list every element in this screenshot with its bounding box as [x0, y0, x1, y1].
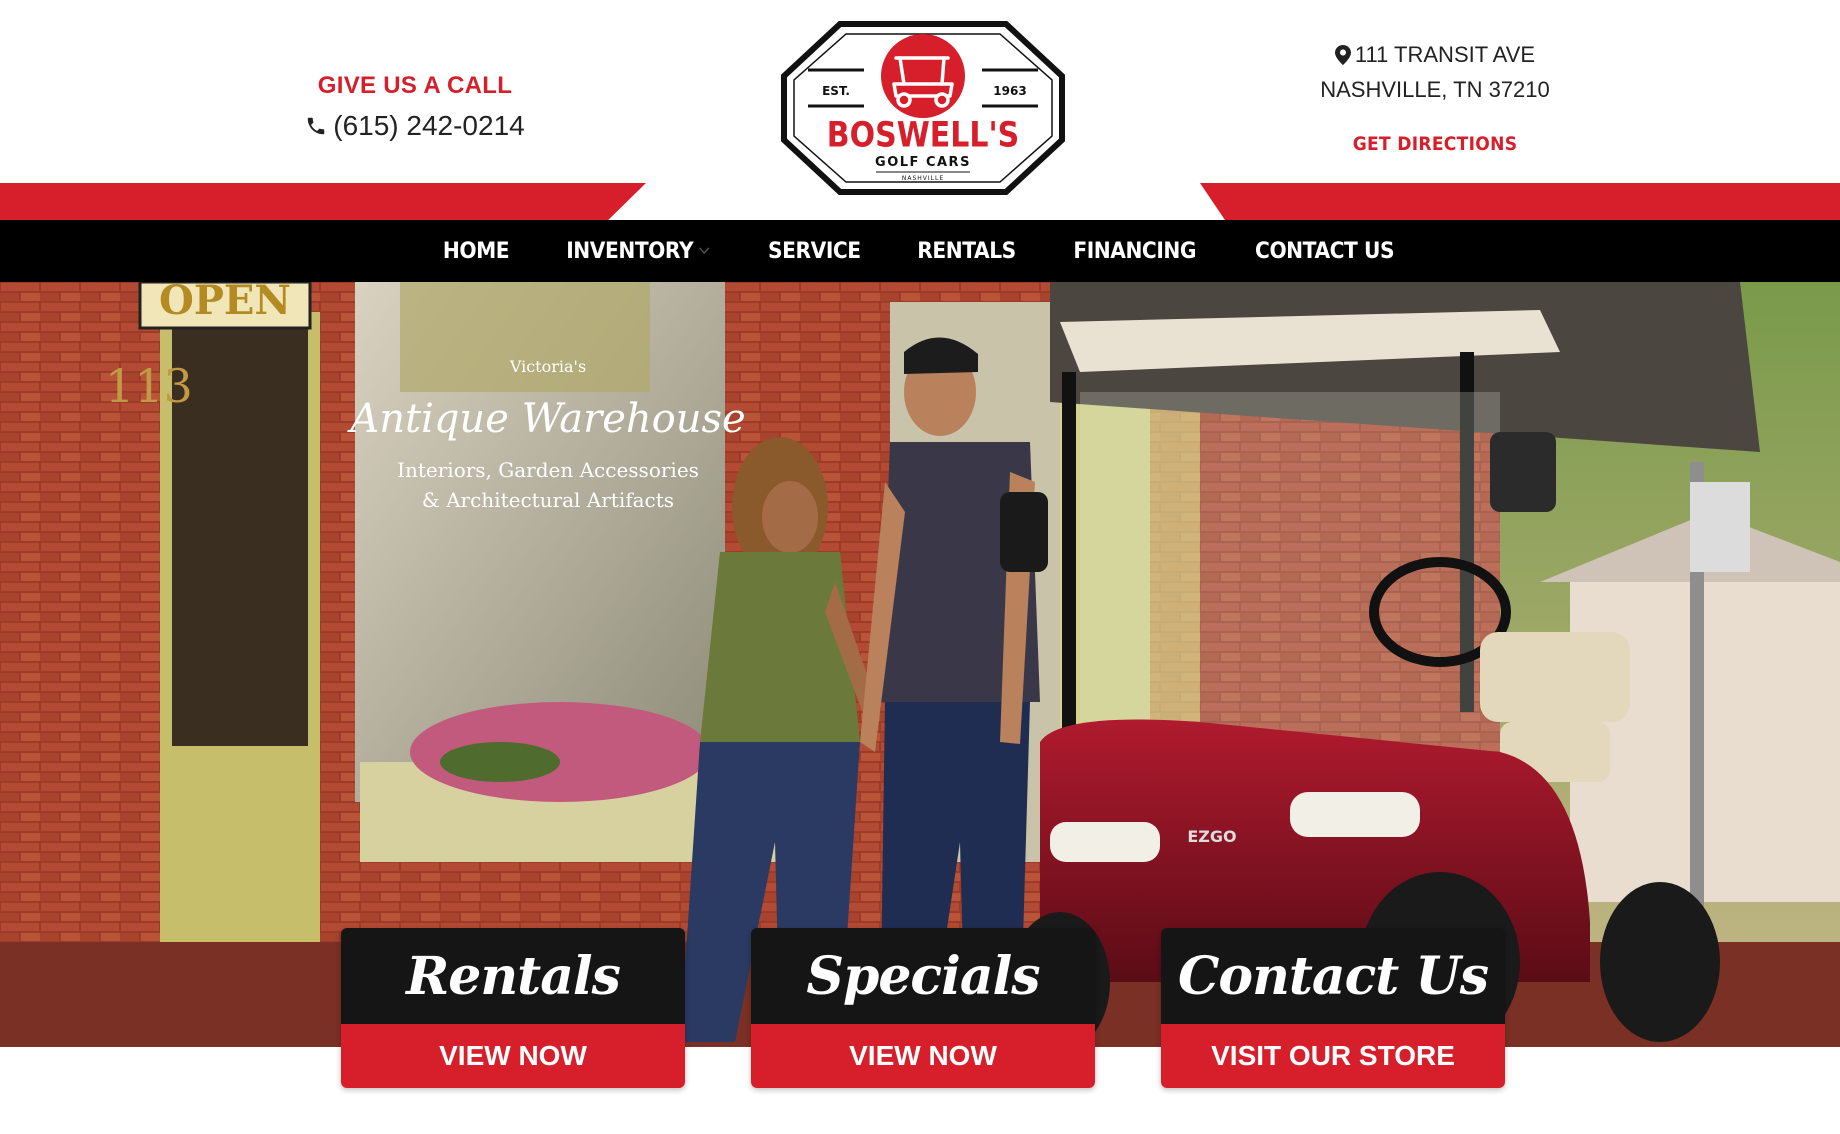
- window-text-2: Antique Warehouse: [346, 396, 745, 442]
- header-red-strip-right: [1200, 183, 1840, 221]
- map-pin-icon: [1334, 45, 1351, 65]
- nav-inventory[interactable]: INVENTORY: [544, 239, 732, 264]
- main-nav: HOME INVENTORY SERVICE RENTALS FINANCING…: [0, 220, 1840, 282]
- phone-link[interactable]: (615) 242-0214: [300, 110, 530, 142]
- get-directions-link[interactable]: GET DIRECTIONS: [1290, 133, 1580, 155]
- address-street: 111 TRANSIT AVE: [1354, 42, 1536, 67]
- window-text-1: Victoria's: [509, 357, 586, 376]
- nav-home-label: HOME: [442, 238, 510, 264]
- nav-service-label: SERVICE: [767, 238, 861, 264]
- card-rentals[interactable]: Rentals VIEW NOW: [341, 928, 685, 1088]
- cart-brand: EZGO: [1187, 827, 1236, 846]
- card-rentals-title: Rentals: [406, 945, 621, 1007]
- nav-inventory-label: INVENTORY: [566, 238, 694, 264]
- call-title: GIVE US A CALL: [317, 72, 513, 99]
- logo-city: NASHVILLE: [902, 175, 944, 182]
- card-specials[interactable]: Specials VIEW NOW: [751, 928, 1095, 1088]
- window-text-3: Interiors, Garden Accessories: [397, 458, 699, 482]
- nav-rentals[interactable]: RENTALS: [895, 239, 1038, 264]
- address-city: NASHVILLE, TN 37210: [1320, 77, 1550, 102]
- logo-name: BOSWELL'S: [827, 114, 1019, 155]
- nav-service[interactable]: SERVICE: [746, 239, 883, 264]
- nav-home[interactable]: HOME: [421, 239, 531, 264]
- card-contact-header: Contact Us: [1161, 928, 1505, 1024]
- address-number: 113: [105, 359, 193, 413]
- window-text-4: & Architectural Artifacts: [422, 488, 674, 512]
- call-block: GIVE US A CALL (615) 242-0214: [300, 72, 530, 142]
- nav-contact-us[interactable]: CONTACT US: [1233, 239, 1416, 264]
- logo-sub: GOLF CARS: [875, 155, 971, 170]
- rentals-view-now-button[interactable]: VIEW NOW: [341, 1024, 685, 1088]
- specials-view-now-button[interactable]: VIEW NOW: [751, 1024, 1095, 1088]
- chevron-down-icon: [699, 247, 710, 255]
- phone-number: (615) 242-0214: [333, 110, 525, 141]
- logo-year: 1963: [993, 84, 1026, 98]
- nav-financing[interactable]: FINANCING: [1051, 239, 1218, 264]
- card-rentals-header: Rentals: [341, 928, 685, 1024]
- nav-rentals-label: RENTALS: [916, 238, 1016, 264]
- card-specials-title: Specials: [806, 945, 1040, 1007]
- address-block: 111 TRANSIT AVE NASHVILLE, TN 37210 GET …: [1290, 42, 1580, 155]
- header-red-strip-left: [0, 183, 646, 221]
- phone-icon: [308, 117, 325, 135]
- card-contact-us[interactable]: Contact Us VISIT OUR STORE: [1161, 928, 1505, 1088]
- nav-financing-label: FINANCING: [1072, 238, 1196, 264]
- nav-contact-label: CONTACT US: [1255, 238, 1395, 264]
- card-specials-header: Specials: [751, 928, 1095, 1024]
- open-sign: OPEN: [159, 282, 291, 324]
- visit-our-store-button[interactable]: VISIT OUR STORE: [1161, 1024, 1505, 1088]
- boswells-logo[interactable]: EST. 1963 BOSWELL'S GOLF CARS NASHVILLE: [780, 20, 1066, 196]
- card-contact-title: Contact Us: [1178, 945, 1489, 1007]
- site-header: GIVE US A CALL (615) 242-0214 EST. 1963 …: [0, 0, 1840, 221]
- logo-est: EST.: [822, 84, 850, 98]
